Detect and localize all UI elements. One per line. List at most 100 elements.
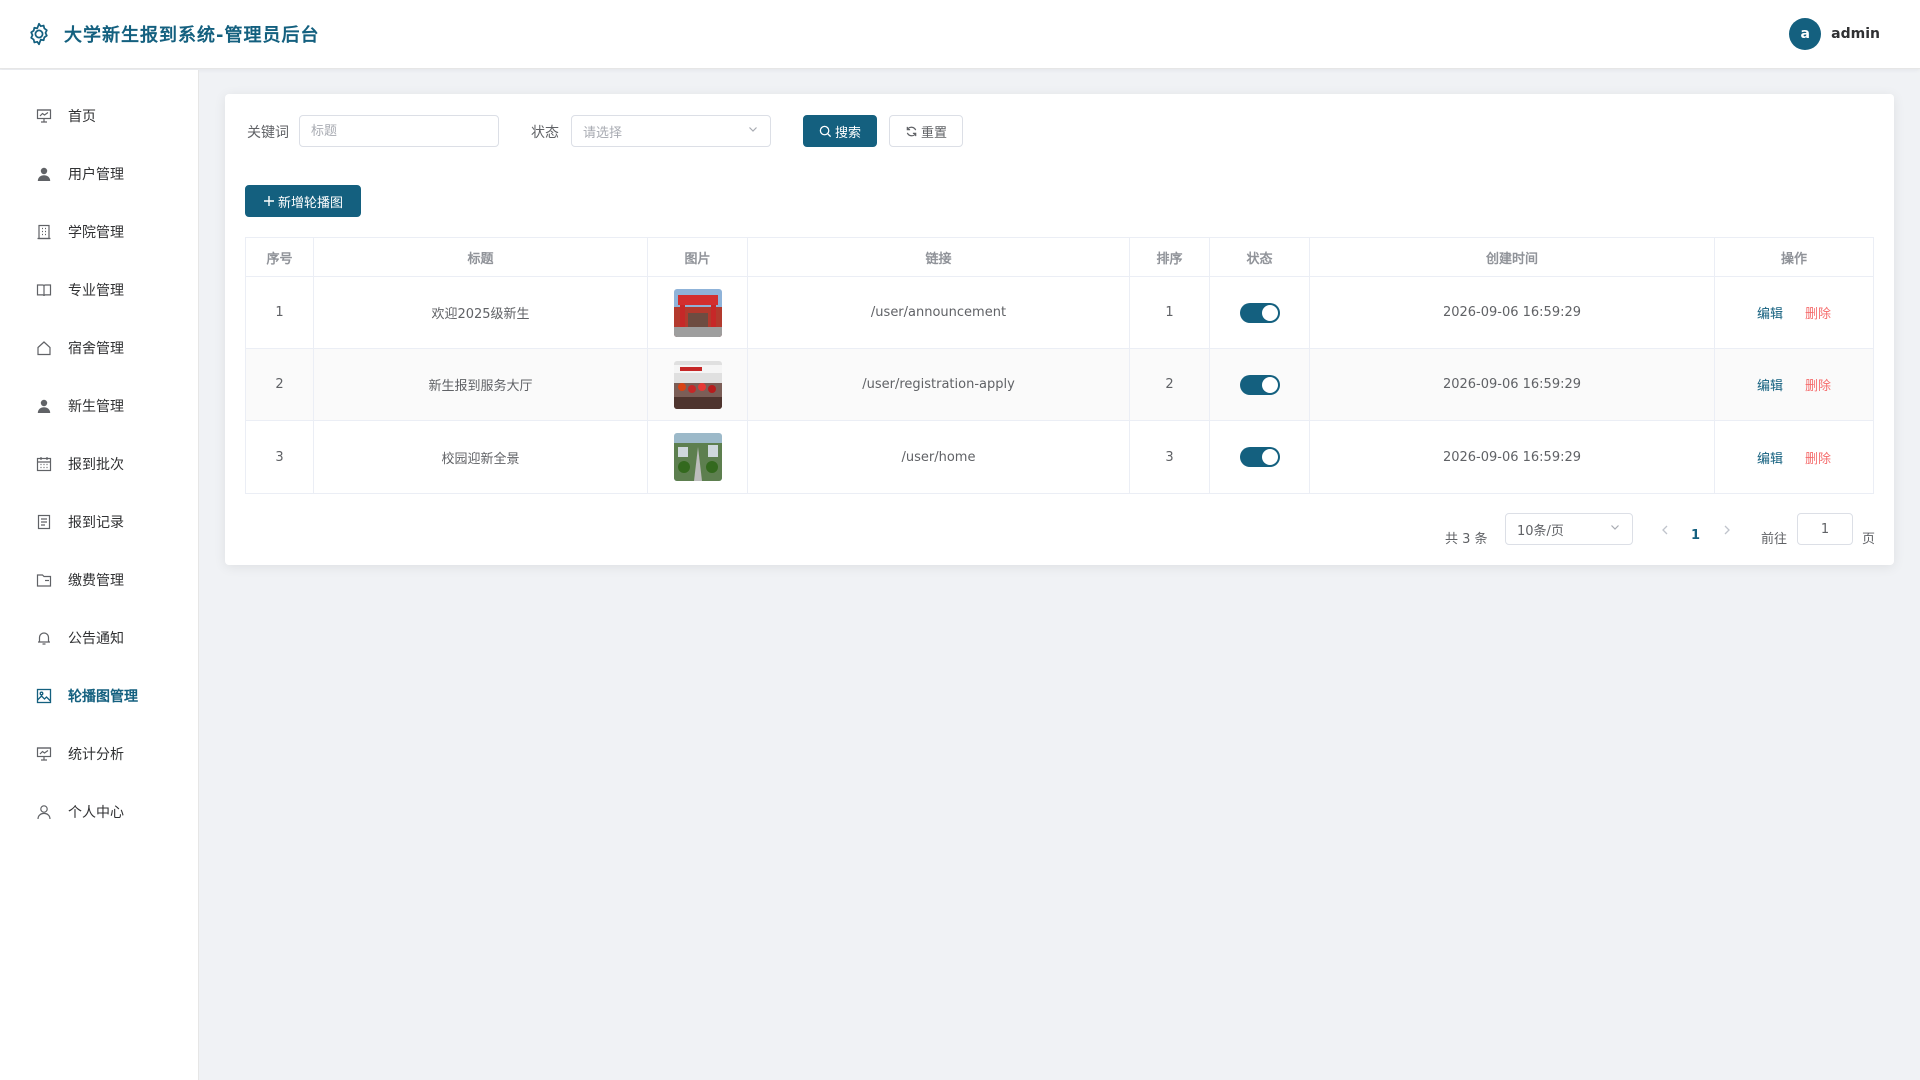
row-index: 3 [246,421,314,493]
status-switch[interactable] [1239,447,1280,467]
edit-button[interactable]: 编辑 [1757,448,1783,467]
search-button[interactable]: 搜索 [803,115,877,147]
sidebar-item-carousel[interactable]: 轮播图管理 [0,672,199,720]
username[interactable]: admin [1831,26,1880,42]
page-size-select[interactable]: 10条/页 [1505,513,1633,545]
book-icon [35,281,53,299]
row-image-cell [648,277,748,348]
status-label: 状态 [531,125,559,141]
row-actions: 编辑 删除 [1715,277,1873,348]
search-icon [819,125,832,138]
switch-knob [1261,304,1278,321]
reset-button[interactable]: 重置 [889,115,963,147]
presentation-icon [35,745,53,763]
search-button-label: 搜索 [834,125,861,141]
sidebar-item-home[interactable]: 首页 [0,92,199,140]
row-sort: 2 [1130,349,1210,420]
row-index: 2 [246,349,314,420]
user-icon [35,803,53,821]
row-sort: 3 [1130,421,1210,493]
row-created-time: 2026-09-06 16:59:29 [1310,277,1715,348]
sidebar-item-label: 报到批次 [68,457,124,473]
table-row: 3 校园迎新全景 /user/home 3 2026-09-06 16:59:2… [246,421,1873,493]
next-page-button[interactable] [1721,523,1733,541]
page-size-value: 10条/页 [1517,523,1564,539]
prev-page-button[interactable] [1659,523,1671,541]
sidebar-item-notices[interactable]: 公告通知 [0,614,199,662]
goto-page-input[interactable] [1797,513,1853,545]
row-actions: 编辑 删除 [1715,349,1873,420]
sidebar-item-payment[interactable]: 缴费管理 [0,556,199,604]
sidebar-item-label: 用户管理 [68,167,124,183]
row-status-cell [1210,277,1310,348]
column-header: 排序 [1130,238,1210,276]
delete-button[interactable]: 删除 [1805,375,1831,394]
delete-button[interactable]: 删除 [1805,448,1831,467]
goto-label: 前往 [1761,532,1788,547]
row-image-cell [648,349,748,420]
row-image-cell [648,421,748,493]
status-select-placeholder: 请选择 [583,125,623,141]
carousel-thumbnail[interactable] [673,433,722,481]
presentation-icon [35,107,53,125]
sidebar-item-label: 轮播图管理 [68,689,138,705]
sidebar-item-statistics[interactable]: 统计分析 [0,730,199,778]
sidebar-item-records[interactable]: 报到记录 [0,498,199,546]
user-filled-icon [35,397,53,415]
column-header: 链接 [748,238,1130,276]
page-unit-label: 页 [1862,532,1876,547]
delete-button[interactable]: 删除 [1805,303,1831,322]
sidebar-item-label: 统计分析 [68,747,124,763]
sidebar-item-colleges[interactable]: 学院管理 [0,208,199,256]
add-carousel-button-label: 新增轮播图 [277,195,343,211]
page-number-current[interactable]: 1 [1691,528,1700,543]
document-icon [35,513,53,531]
chevron-down-icon [1609,521,1621,537]
switch-knob [1261,376,1278,393]
sidebar-item-label: 宿舍管理 [68,341,124,357]
user-menu[interactable]: a admin [1789,18,1880,50]
sidebar-item-label: 新生管理 [68,399,124,415]
sidebar-item-batches[interactable]: 报到批次 [0,440,199,488]
sidebar-item-majors[interactable]: 专业管理 [0,266,199,314]
row-created-time: 2026-09-06 16:59:29 [1310,421,1715,493]
top-header: 大学新生报到系统-管理员后台 a admin [0,0,1920,69]
status-switch[interactable] [1239,374,1280,395]
bell-icon [35,629,53,647]
edit-button[interactable]: 编辑 [1757,303,1783,322]
sidebar-item-users[interactable]: 用户管理 [0,150,199,198]
picture-icon [35,687,53,705]
row-actions: 编辑 删除 [1715,421,1873,493]
row-link: /user/home [748,421,1130,493]
sidebar-item-label: 报到记录 [68,515,124,531]
sidebar-item-dormitory[interactable]: 宿舍管理 [0,324,199,372]
column-header: 操作 [1780,251,1807,267]
office-building-icon [35,223,53,241]
house-icon [35,339,53,357]
edit-button[interactable]: 编辑 [1757,375,1783,394]
row-link: /user/registration-apply [748,349,1130,420]
row-sort: 1 [1130,277,1210,348]
column-header: 状态 [1210,238,1310,276]
status-select[interactable]: 请选择 [571,115,771,147]
chevron-down-icon [747,123,759,139]
row-created-time: 2026-09-06 16:59:29 [1310,349,1715,420]
column-header: 创建时间 [1310,238,1715,276]
sidebar-item-profile[interactable]: 个人中心 [0,788,199,836]
carousel-thumbnail[interactable] [673,360,722,409]
avatar[interactable]: a [1789,18,1822,50]
reset-button-label: 重置 [920,125,947,141]
add-carousel-button[interactable]: 新增轮播图 [245,185,361,217]
column-header: 标题 [314,238,648,276]
table-header: 序号 标题 图片 链接 排序 状态 创建时间 操作 [246,238,1873,277]
status-switch[interactable] [1239,302,1280,323]
row-title: 校园迎新全景 [314,421,648,493]
sidebar: 首页 用户管理 学院管理 专业管理 宿舍管理 新生管理 报到批次 报到记录 缴费… [0,70,199,1080]
carousel-thumbnail[interactable] [673,288,722,337]
row-title: 新生报到服务大厅 [314,349,648,420]
sidebar-item-label: 个人中心 [68,805,124,821]
sidebar-item-label: 缴费管理 [68,573,124,589]
sidebar-item-freshmen[interactable]: 新生管理 [0,382,199,430]
keyword-input[interactable] [299,115,499,147]
column-header: 图片 [648,238,748,276]
